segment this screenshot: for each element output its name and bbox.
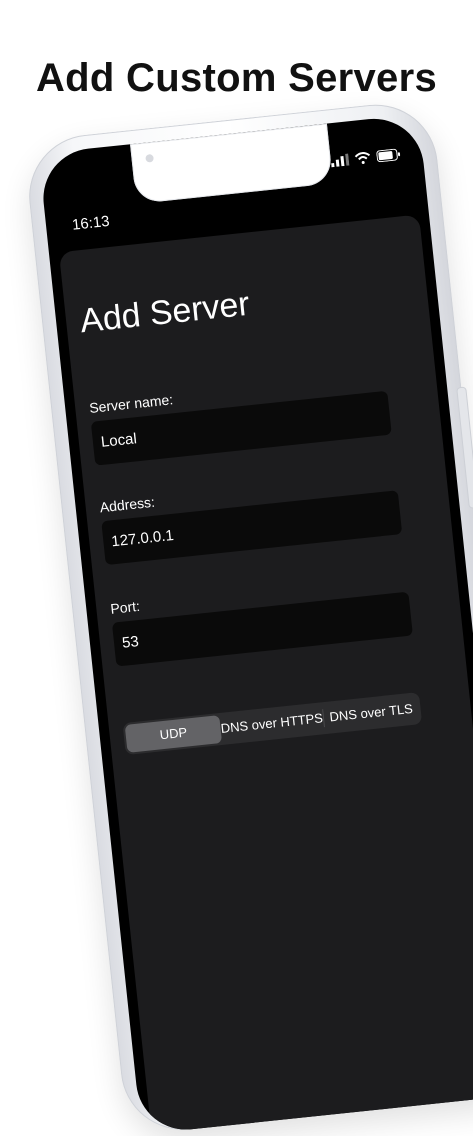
- protocol-segmented-control: UDP DNS over HTTPS DNS over TLS: [122, 692, 423, 756]
- power-button: [456, 386, 473, 509]
- address-label: Address:: [98, 493, 156, 516]
- camera-icon: [145, 153, 154, 163]
- phone-frame: 16:13 Add Server Server name: Local Addr…: [23, 98, 473, 1136]
- notch: [130, 123, 334, 204]
- segment-dns-over-tls[interactable]: DNS over TLS: [322, 694, 420, 732]
- cellular-signal-icon: [331, 153, 350, 168]
- phone-screen: 16:13 Add Server Server name: Local Addr…: [38, 113, 473, 1135]
- status-time: 16:13: [71, 212, 111, 234]
- status-icons: [330, 148, 401, 168]
- segment-dns-over-https[interactable]: DNS over HTTPS: [219, 704, 324, 743]
- add-server-sheet: Add Server Server name: Local Address: 1…: [58, 214, 473, 1135]
- wifi-icon: [354, 152, 371, 164]
- phone-device: 16:13 Add Server Server name: Local Addr…: [23, 98, 473, 1136]
- port-field[interactable]: 53: [111, 591, 413, 667]
- marketing-headline: Add Custom Servers: [35, 56, 438, 100]
- page-title: Add Server: [78, 284, 252, 341]
- port-label: Port:: [109, 597, 141, 617]
- segment-udp[interactable]: UDP: [124, 715, 223, 753]
- battery-icon: [376, 148, 401, 163]
- server-name-label: Server name:: [88, 391, 174, 416]
